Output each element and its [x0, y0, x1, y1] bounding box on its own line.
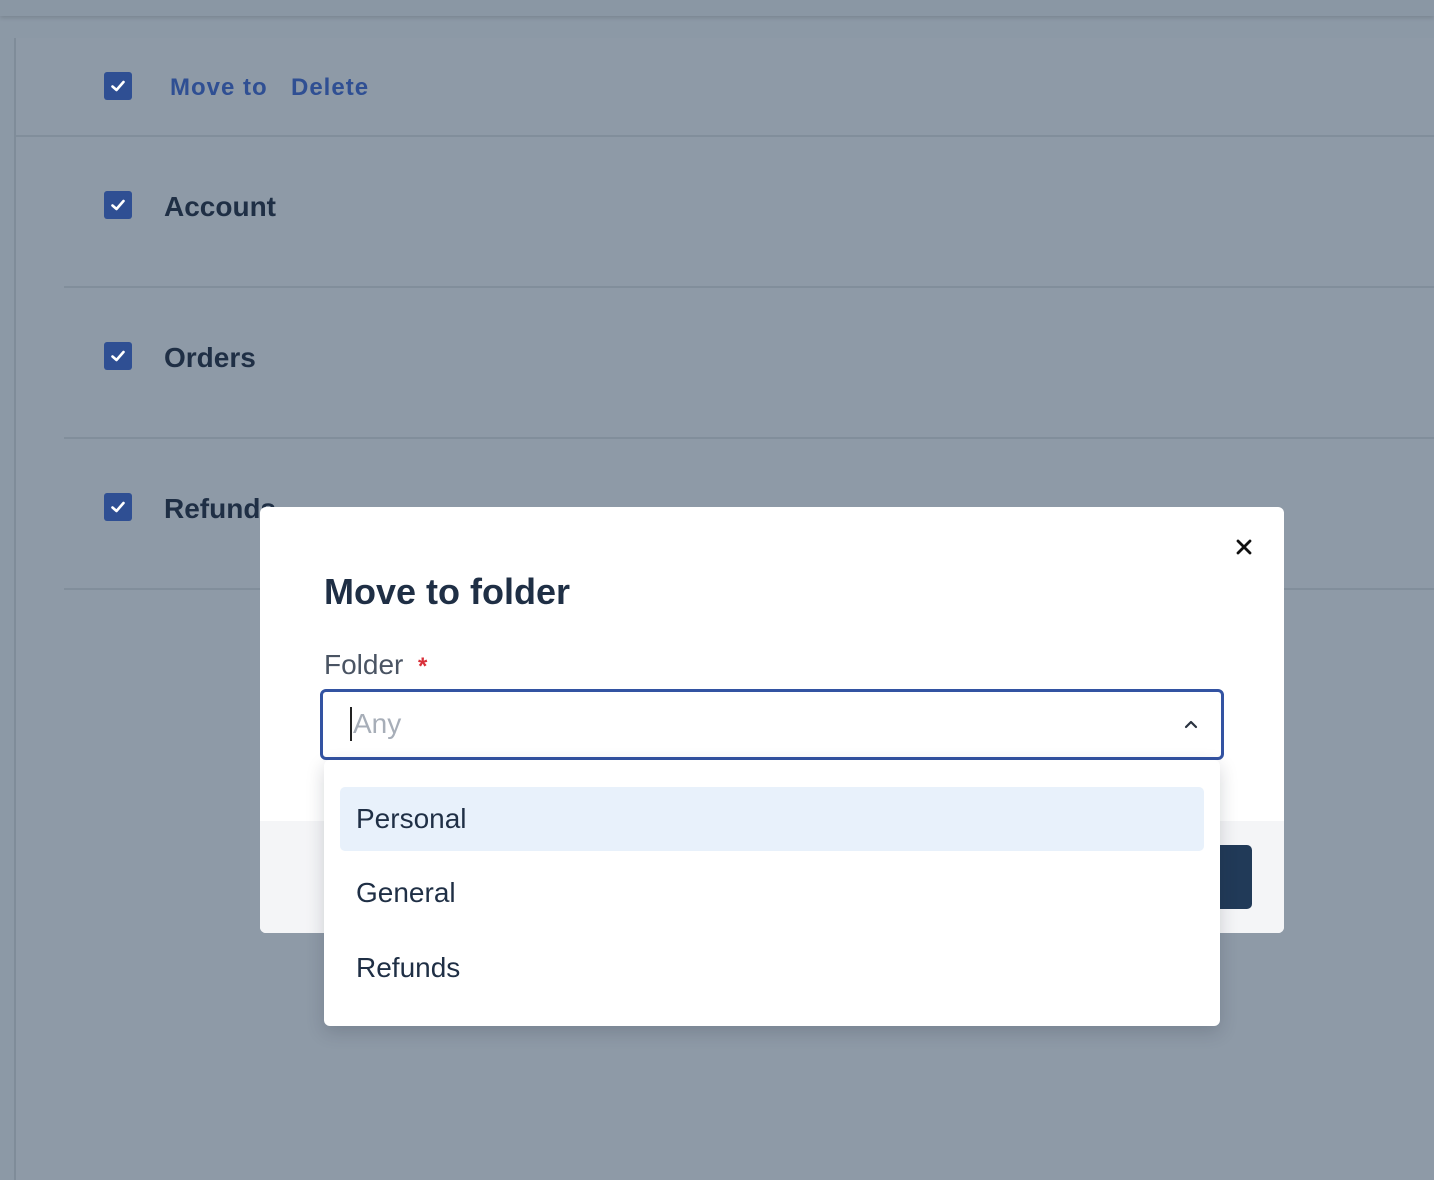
folder-field-label: Folder — [324, 649, 404, 680]
folder-name: Account — [164, 191, 276, 222]
modal-title: Move to folder — [324, 571, 571, 612]
check-icon — [111, 199, 125, 211]
folder-checkbox[interactable] — [104, 191, 132, 219]
folder-name: Orders — [164, 342, 256, 373]
select-placeholder: Any — [353, 708, 402, 739]
sidebar-edge — [0, 38, 16, 1180]
required-indicator: * — [418, 653, 428, 680]
option-refunds[interactable]: Refunds — [340, 936, 1204, 1000]
text-caret — [350, 707, 352, 741]
folder-select[interactable]: Any — [320, 689, 1224, 760]
folder-row[interactable]: Orders — [64, 288, 1434, 439]
bulk-actions-bar: Move to Delete — [16, 38, 1434, 137]
folder-row[interactable]: Account — [64, 137, 1434, 288]
close-icon — [1236, 539, 1252, 555]
close-button[interactable] — [1230, 533, 1258, 561]
folder-checkbox[interactable] — [104, 493, 132, 521]
option-general[interactable]: General — [340, 861, 1204, 925]
check-icon — [111, 80, 125, 92]
check-icon — [111, 501, 125, 513]
delete-button[interactable]: Delete — [291, 74, 369, 102]
top-bar — [0, 0, 1434, 16]
option-personal[interactable]: Personal — [340, 787, 1204, 851]
check-icon — [111, 350, 125, 362]
folder-dropdown-menu: Personal General Refunds — [324, 760, 1220, 1026]
folder-checkbox[interactable] — [104, 342, 132, 370]
move-to-button[interactable]: Move to — [170, 74, 268, 102]
select-all-checkbox[interactable] — [104, 72, 132, 100]
chevron-up-icon[interactable] — [1179, 712, 1203, 736]
